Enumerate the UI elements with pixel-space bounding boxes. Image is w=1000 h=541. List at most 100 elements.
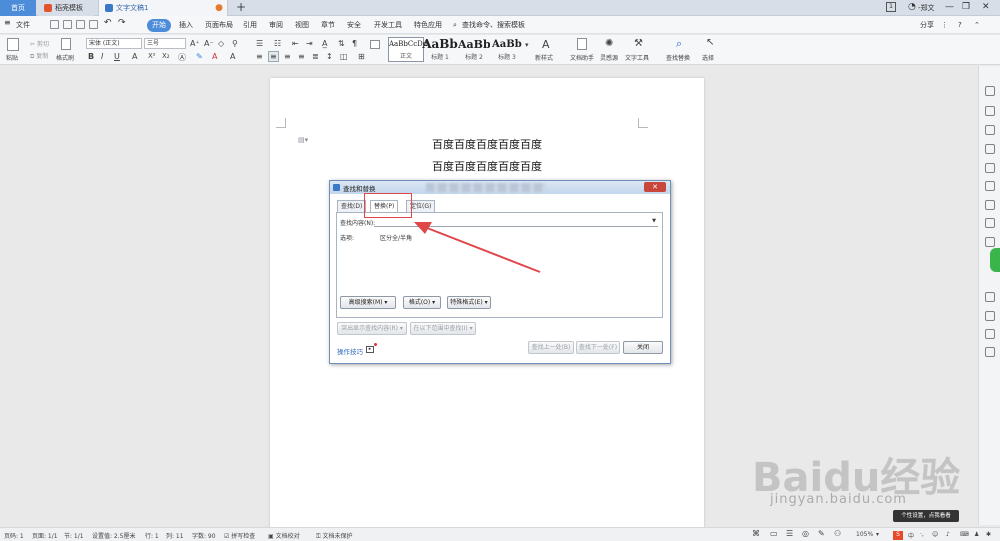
export-icon[interactable] [63,20,72,29]
menu-home[interactable]: 开始 [147,19,171,32]
library-icon[interactable] [985,292,995,302]
outline-view-icon[interactable]: ☰ [786,529,793,538]
pinyin-icon[interactable]: ⚲ [232,39,238,48]
new-tab-button[interactable]: + [236,0,246,15]
picture-icon[interactable] [985,311,995,321]
highlight-icon[interactable]: ✎ [196,52,203,61]
tips-video-icon[interactable]: ▸ [366,346,374,353]
font-color-icon[interactable]: A [212,52,217,61]
find-replace-label[interactable]: 查找替换 [666,53,690,62]
select-icon[interactable]: ↖ [706,37,714,48]
close-button[interactable]: 关闭 [623,341,663,354]
format-painter-label[interactable]: 格式刷 [56,53,74,62]
styles-gallery-arrow-icon[interactable]: ▾ [525,41,529,49]
status-row[interactable]: 行: 1 [145,531,159,540]
shape-icon[interactable] [985,125,995,135]
chart-icon[interactable] [985,200,995,210]
select-label[interactable]: 选择 [702,53,714,62]
align-left-icon[interactable]: ≡ [256,52,263,61]
chinese-layout-icon[interactable]: A̲ [322,39,327,48]
outdent-icon[interactable]: ⇤ [292,39,299,48]
style-normal[interactable]: AaBbCcDd 正文 [388,37,427,62]
bold-icon[interactable]: B [88,52,94,61]
menu-security[interactable]: 安全 [347,19,361,32]
subscript-icon[interactable]: X₂ [162,52,170,60]
settings-pane-icon[interactable] [985,218,995,228]
redo-icon[interactable]: ↷ [118,17,126,30]
user-avatar[interactable]: ◔ [908,2,916,12]
tab-home[interactable]: 首页 [0,0,36,16]
preview-icon[interactable] [89,20,98,29]
cut-button[interactable]: ✂ 剪切 [30,39,49,48]
underline-icon[interactable]: U [114,52,120,61]
tips-link[interactable]: 操作技巧 [337,346,363,356]
restore-icon[interactable]: ❐ [962,2,970,12]
style-heading1[interactable]: AaBb 标题 1 [422,37,458,62]
menu-review[interactable]: 审阅 [269,19,283,32]
doc-helper-label[interactable]: 文档助手 [570,53,594,62]
find-next-button[interactable]: 查找下一处(F) [576,341,620,354]
tab-find[interactable]: 查找(D) [337,200,367,212]
web-view-icon[interactable]: ◎ [802,529,809,538]
share-button[interactable]: 分享 [920,19,934,32]
style-icon[interactable] [985,144,995,154]
menu-developer[interactable]: 开发工具 [374,19,402,32]
menu-references[interactable]: 引用 [243,19,257,32]
ime-voice-icon[interactable]: ♪ [946,531,950,538]
doc-protect-button[interactable]: ⚿ 文档未保护 [316,531,353,541]
table-icon[interactable] [370,40,380,49]
user-name[interactable]: -郑文 [918,3,935,13]
char-shading-icon[interactable]: A [230,52,235,61]
status-pages[interactable]: 页面: 1/1 [32,531,58,540]
menu-page-layout[interactable]: 页面布局 [205,19,233,32]
undo-icon[interactable]: ↶ [104,17,112,30]
find-replace-icon[interactable]: ⌕ [676,37,682,51]
inspiration-icon[interactable]: ✺ [605,38,613,49]
help-icon[interactable]: ? [958,19,962,32]
save-icon[interactable] [50,20,59,29]
read-mode-icon[interactable]: ✎ [818,529,825,538]
shading-icon[interactable]: ◫ [340,52,348,61]
minimize-icon[interactable]: — [945,2,954,12]
view-mode-icon[interactable]: ⌘ [752,529,760,538]
document-line[interactable]: 百度百度百度百度百度 [214,158,760,174]
format-button[interactable]: 格式(O) ▾ [403,296,441,309]
font-name-select[interactable]: 宋体 (正文) [86,38,142,49]
clear-format-icon[interactable]: ◇ [218,39,224,48]
paste-label[interactable]: 粘贴 [6,53,18,62]
menu-special-apps[interactable]: 特色应用 [414,19,442,32]
highlight-all-button[interactable]: 突出显示查找内容(R) ▾ [337,322,407,335]
sort-icon[interactable]: ⇅ [338,39,345,48]
copy-button[interactable]: ⧉ 复制 [30,51,48,61]
align-center-icon[interactable]: ≡ [268,51,279,62]
find-prev-button[interactable]: 查找上一处(B) [528,341,574,354]
doc-helper-icon[interactable] [577,38,587,50]
collapse-ribbon-icon[interactable]: ⌃ [974,19,980,32]
document-line[interactable]: 百度百度百度百度百度 [214,136,760,152]
dialog-close-icon[interactable]: ✕ [644,182,666,192]
strikethrough-icon[interactable]: A [132,52,137,61]
status-page[interactable]: 页码: 1 [4,531,24,540]
align-right-icon[interactable]: ≡ [284,52,291,61]
shrink-font-icon[interactable]: A⁻ [204,39,214,48]
style-heading3[interactable]: AaBbC 标题 3 [492,37,522,62]
tab-close-icon[interactable]: ● [215,0,223,16]
command-search[interactable]: 查找命令、搜索模板 [462,19,525,32]
bullets-icon[interactable]: ☰ [256,39,263,48]
ime-user-icon[interactable]: ♟ [974,531,979,538]
text-tools-icon[interactable]: ⚒ [634,38,643,49]
assistant-tab[interactable] [990,248,1000,272]
eye-protect-icon[interactable]: ⚇ [834,529,841,538]
find-in-button[interactable]: 在以下范围中查找(I) ▾ [410,322,476,335]
special-format-button[interactable]: 特殊格式(E) ▾ [447,296,491,309]
status-section[interactable]: 节: 1/1 [64,531,84,540]
share-pane-icon[interactable] [985,347,995,357]
superscript-icon[interactable]: X² [148,52,156,60]
font-size-select[interactable]: 三号 [144,38,186,49]
backup-icon[interactable] [985,237,995,247]
table-pane-icon[interactable] [985,163,995,173]
ime-punct-icon[interactable]: ·, [920,531,924,538]
zoom-dropdown-icon[interactable]: ▾ [876,531,879,538]
numbering-icon[interactable]: ☷ [274,39,281,48]
borders-icon[interactable]: ⊞ [358,52,365,61]
